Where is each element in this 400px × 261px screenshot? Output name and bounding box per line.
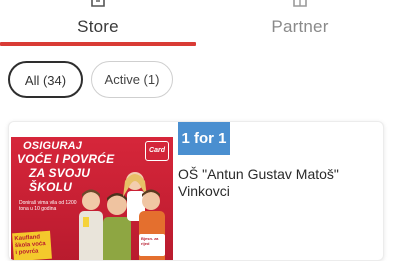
promo-image: OSIGURAJ VOĆE I POVRĆE ZA SVOJU ŠKOLU Do… [11, 137, 173, 260]
filter-active-chip[interactable]: Active (1) [91, 61, 173, 98]
store-name: OŠ "Antun Gustav Matoš" [178, 166, 339, 182]
tab-partner-label: Partner [271, 17, 329, 36]
tab-store[interactable]: Store [0, 0, 196, 46]
offer-type-badge: 1 for 1 [178, 122, 230, 155]
tab-partner[interactable]: Partner [200, 0, 400, 46]
filter-all-chip[interactable]: All (34) [8, 61, 83, 98]
partner-icon [293, 0, 307, 7]
top-tabs: Store Partner [0, 0, 400, 46]
promo-sticker: Bjesn. za rijed [139, 234, 165, 256]
promo-badge: Kaufland škola voća i povrća [12, 230, 52, 260]
selected-tab-indicator [0, 42, 196, 46]
promo-text-line-4: ŠKOLU [29, 180, 72, 194]
tab-store-label: Store [77, 17, 119, 36]
promo-text-line-1: OSIGURAJ [23, 140, 83, 152]
store-icon [91, 0, 105, 7]
offer-card[interactable]: OSIGURAJ VOĆE I POVRĆE ZA SVOJU ŠKOLU Do… [8, 121, 384, 261]
store-city: Vinkovci [178, 183, 230, 199]
